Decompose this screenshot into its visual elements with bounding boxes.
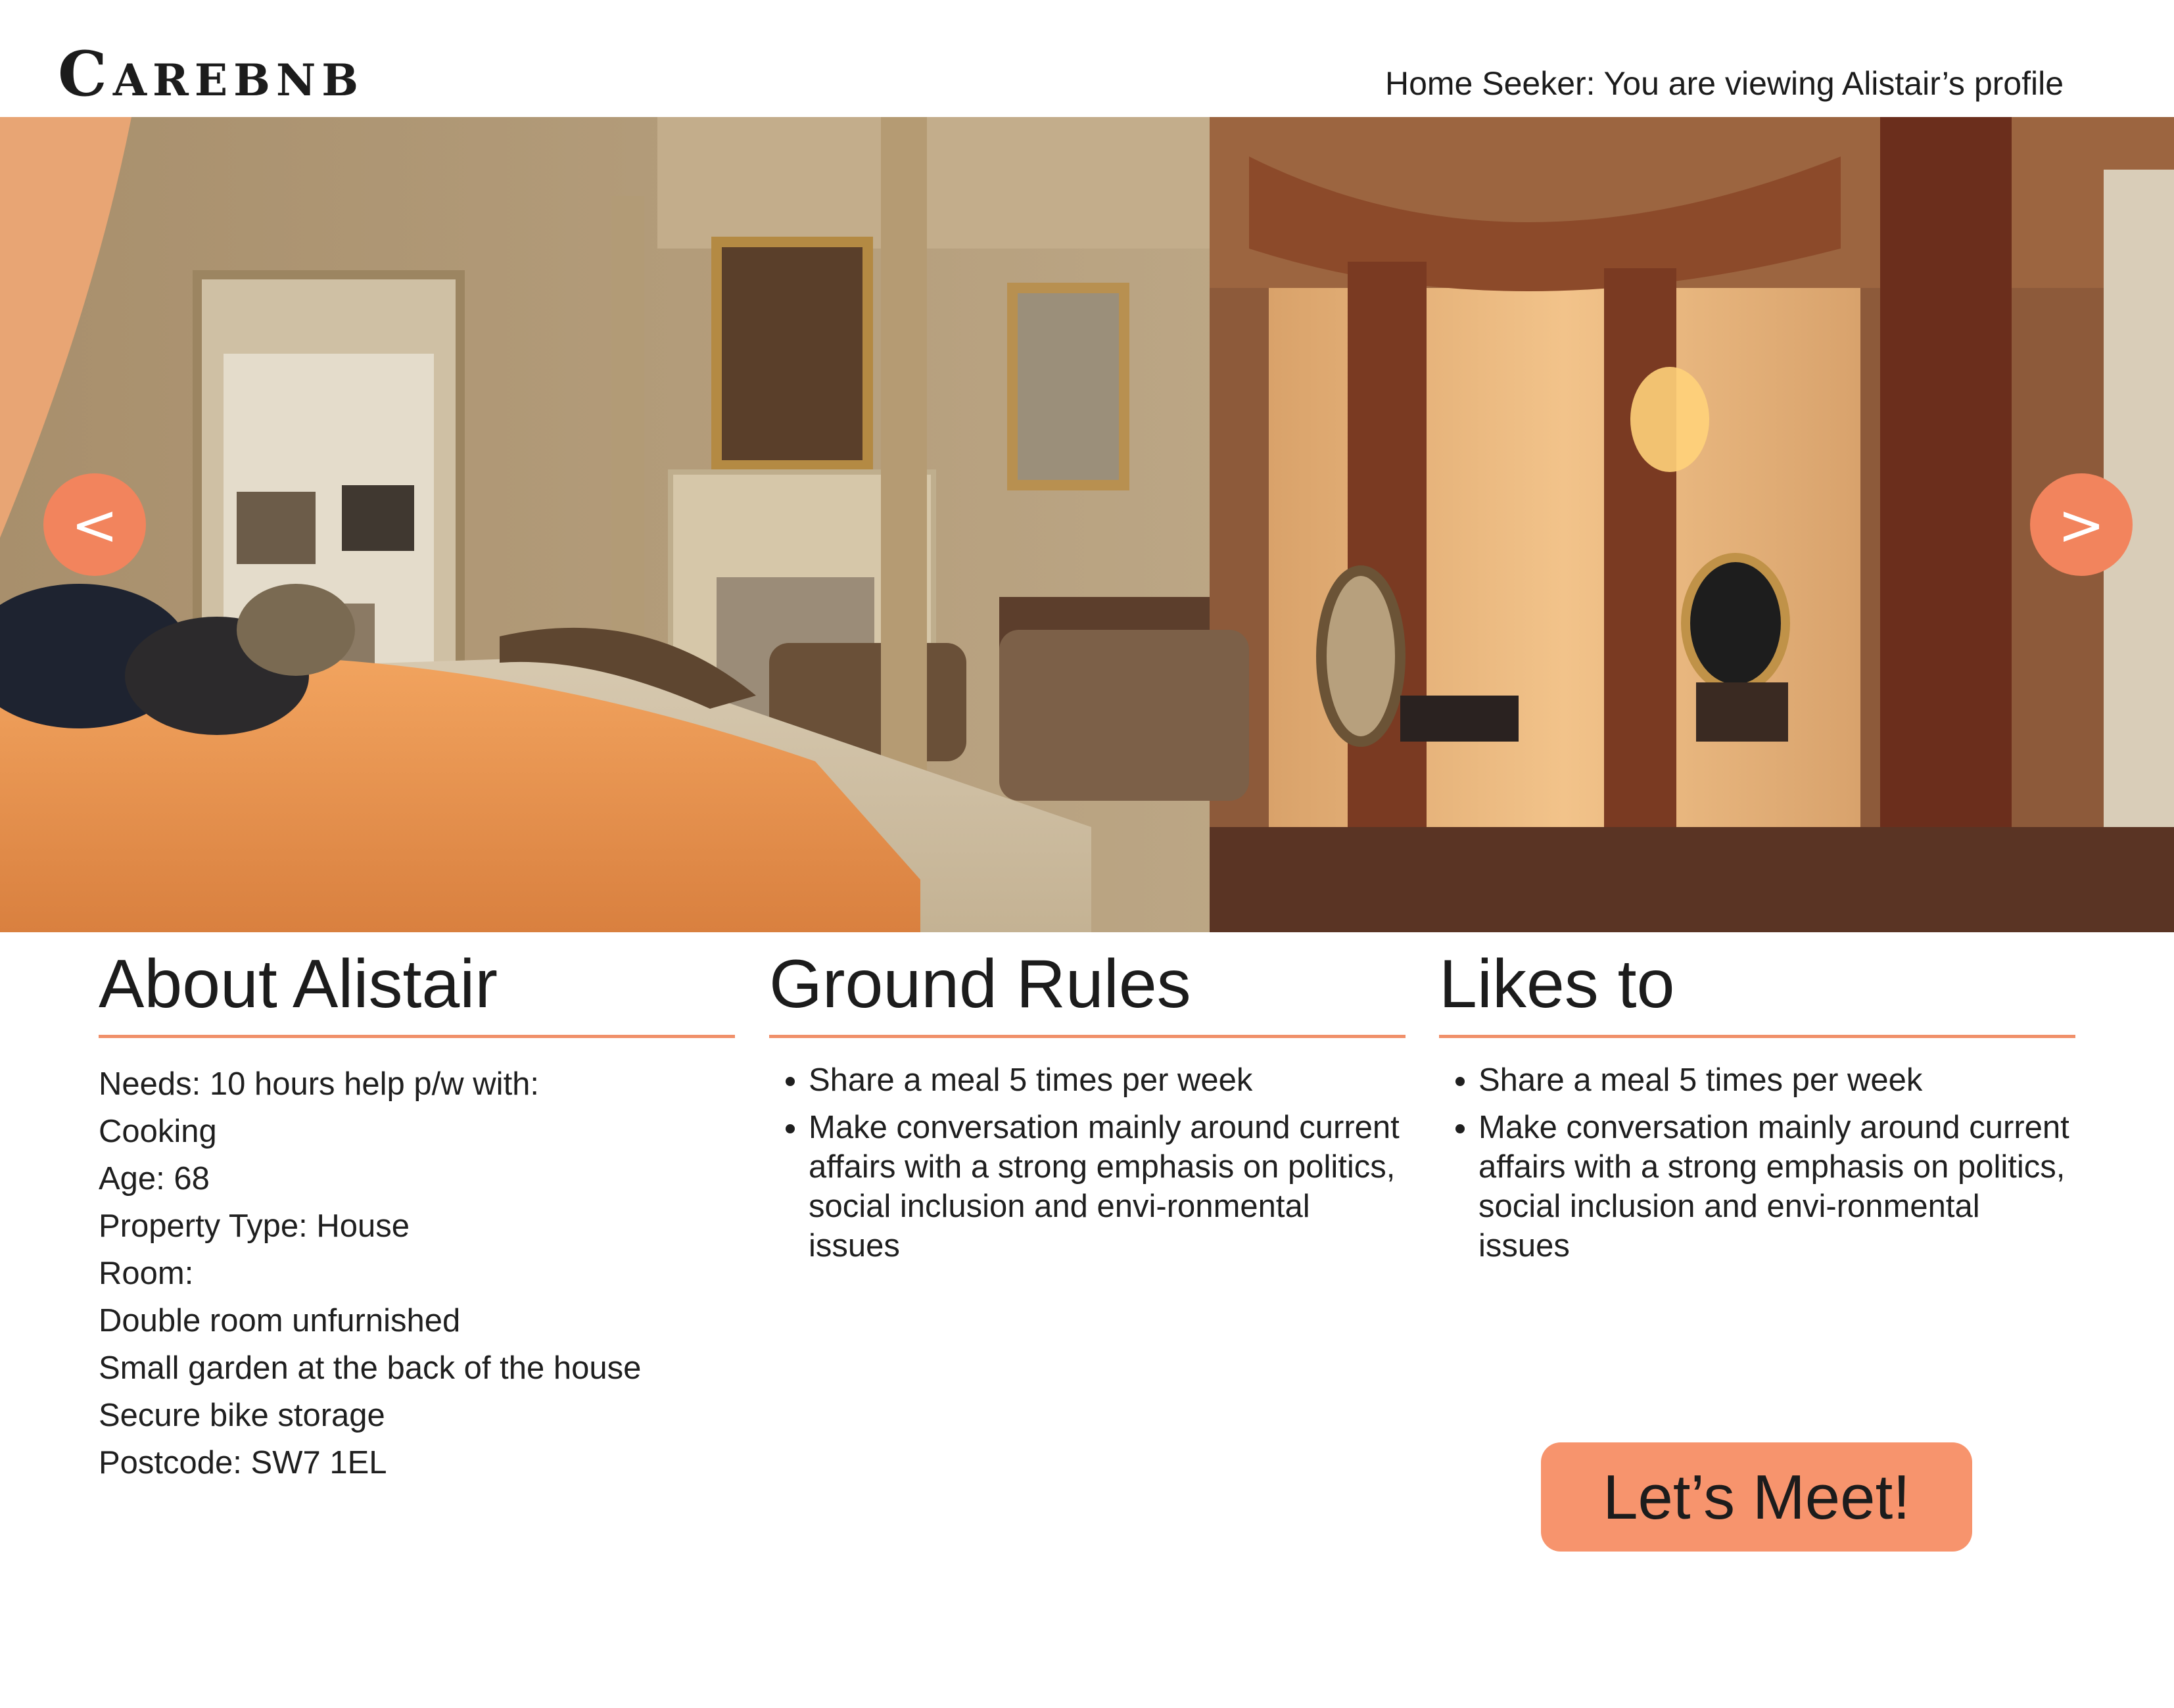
about-line: Postcode: SW7 1EL (99, 1445, 387, 1481)
brand-logo[interactable]: Carebnb (58, 43, 364, 105)
likes-title: Likes to (1439, 947, 2075, 1039)
about-title: About Alistair (99, 947, 735, 1039)
ground-rules-title: Ground Rules (769, 947, 1406, 1039)
photo-gallery: < > (0, 117, 2174, 932)
list-item: Share a meal 5 times per week (809, 1060, 1406, 1100)
about-line: Property Type: House (99, 1208, 410, 1245)
about-line: Secure bike storage (99, 1398, 385, 1434)
ground-rules-section: Ground Rules Share a meal 5 times per we… (769, 947, 1406, 1273)
about-section: About Alistair Needs: 10 hours help p/w … (99, 947, 735, 1486)
lets-meet-button[interactable]: Let’s Meet! (1541, 1442, 1972, 1552)
about-line: Small garden at the back of the house (99, 1350, 642, 1387)
bedroom-photo (0, 117, 2174, 932)
ground-rules-list: Share a meal 5 times per week Make conve… (769, 1060, 1406, 1266)
viewer-status: Home Seeker: You are viewing Alistair’s … (1384, 65, 2064, 102)
about-line: Cooking (99, 1114, 217, 1150)
about-line: Room: (99, 1256, 194, 1292)
previous-photo-button[interactable]: < (43, 473, 146, 576)
likes-list: Share a meal 5 times per week Make conve… (1439, 1060, 2075, 1266)
about-line: Double room unfurnished (99, 1303, 461, 1339)
about-details: Needs: 10 hours help p/w with: Cooking A… (99, 1060, 735, 1486)
next-photo-button[interactable]: > (2030, 473, 2133, 576)
likes-section: Likes to Share a meal 5 times per week M… (1439, 947, 2075, 1273)
list-item: Make conversation mainly around current … (1478, 1108, 2075, 1266)
about-line: Needs: 10 hours help p/w with: (99, 1066, 540, 1103)
list-item: Make conversation mainly around current … (809, 1108, 1406, 1266)
about-line: Age: 68 (99, 1161, 210, 1197)
list-item: Share a meal 5 times per week (1478, 1060, 2075, 1100)
